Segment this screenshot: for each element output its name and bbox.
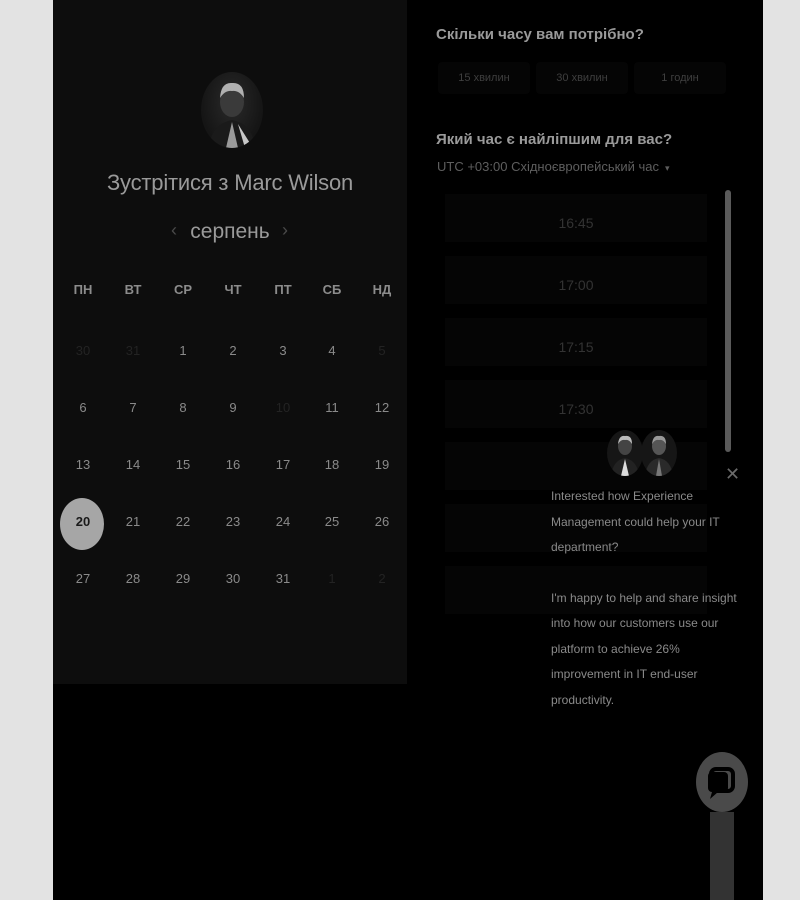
time-slot[interactable]: 17:15 bbox=[445, 318, 707, 366]
calendar-day[interactable]: 9 bbox=[208, 383, 258, 433]
duration-question: Скільки часу вам потрібно? bbox=[436, 26, 644, 43]
calendar-day[interactable]: 2 bbox=[208, 326, 258, 376]
calendar-day[interactable]: 19 bbox=[357, 440, 407, 490]
calendar-day[interactable]: 30 bbox=[208, 554, 258, 604]
chat-message-text: I'm happy to help and share insight into… bbox=[551, 590, 737, 707]
calendar-day[interactable]: 29 bbox=[158, 554, 208, 604]
calendar-day[interactable]: 24 bbox=[258, 497, 308, 547]
time-slot[interactable]: 17:00 bbox=[445, 256, 707, 304]
calendar-day[interactable]: 11 bbox=[307, 383, 357, 433]
calendar-day[interactable]: 28 bbox=[108, 554, 158, 604]
calendar-day[interactable]: 26 bbox=[357, 497, 407, 547]
time-slot[interactable]: 16:45 bbox=[445, 194, 707, 242]
chat-launcher-shadow bbox=[710, 812, 734, 900]
timezone-select[interactable]: UTC +03:00 Східноєвропейський час ▾ bbox=[437, 159, 670, 174]
duration-60-button[interactable]: 1 годин bbox=[634, 62, 726, 94]
weekday-label: СР bbox=[173, 282, 193, 297]
calendar-day[interactable]: 10 bbox=[258, 383, 308, 433]
meeting-title: Зустрітися з Marc Wilson bbox=[106, 170, 354, 195]
host-avatar bbox=[201, 72, 263, 148]
calendar-panel: Зустрітися з Marc Wilson ‹ серпень › ПН … bbox=[53, 0, 407, 684]
weekday-label: ВТ bbox=[124, 282, 142, 297]
calendar-day[interactable]: 21 bbox=[108, 497, 158, 547]
calendar-grid: 30 31 1 2 3 4 5 6 7 8 9 10 11 12 13 14 15 16 17 18 19 20 21 22 2… bbox=[58, 322, 408, 612]
calendar-day[interactable]: 22 bbox=[158, 497, 208, 547]
duration-15-button[interactable]: 15 хвилин bbox=[438, 62, 530, 94]
calendar-day[interactable]: 16 bbox=[208, 440, 258, 490]
next-month-icon[interactable]: › bbox=[282, 220, 288, 241]
calendar-day[interactable]: 31 bbox=[108, 326, 158, 376]
weekday-label: ПТ bbox=[274, 282, 292, 297]
weekday-label: НД bbox=[372, 282, 392, 297]
agent-avatar bbox=[607, 430, 643, 476]
calendar-day[interactable]: 31 bbox=[258, 554, 308, 604]
calendar-day[interactable]: 18 bbox=[307, 440, 357, 490]
month-label: серпень bbox=[190, 220, 270, 243]
time-question: Який час є найліпшим для вас? bbox=[436, 131, 673, 148]
duration-30-button[interactable]: 30 хвилин bbox=[536, 62, 628, 94]
calendar-day[interactable]: 1 bbox=[158, 326, 208, 376]
calendar-day[interactable]: 25 bbox=[307, 497, 357, 547]
weekday-label: ЧТ bbox=[224, 282, 242, 297]
calendar-day[interactable]: 13 bbox=[58, 440, 108, 490]
calendar-day[interactable]: 3 bbox=[258, 326, 308, 376]
calendar-day[interactable]: 1 bbox=[307, 554, 357, 604]
calendar-day[interactable]: 7 bbox=[108, 383, 158, 433]
calendar-day[interactable]: 4 bbox=[307, 326, 357, 376]
chevron-down-icon: ▾ bbox=[664, 163, 670, 173]
calendar-day[interactable]: 20 bbox=[58, 497, 108, 550]
chat-agent-avatars bbox=[605, 430, 685, 480]
chat-launcher-button[interactable] bbox=[696, 752, 748, 812]
weekday-label: ПН bbox=[73, 282, 93, 297]
chat-bubble-icon bbox=[708, 767, 735, 799]
scheduling-page: Зустрітися з Marc Wilson ‹ серпень › ПН … bbox=[53, 0, 763, 900]
calendar-day[interactable]: 2 bbox=[357, 554, 407, 604]
timezone-label: UTC +03:00 Східноєвропейський час bbox=[437, 159, 659, 174]
chat-message: Interested how Experience Management cou… bbox=[551, 484, 743, 713]
calendar-day[interactable]: 12 bbox=[357, 383, 407, 433]
calendar-day[interactable]: 14 bbox=[108, 440, 158, 490]
weekday-header: ПН ВТ СР ЧТ ПТ СБ НД bbox=[58, 282, 408, 300]
calendar-day[interactable]: 23 bbox=[208, 497, 258, 547]
calendar-day[interactable]: 6 bbox=[58, 383, 108, 433]
chat-message-text: Interested how Experience Management cou… bbox=[551, 489, 720, 554]
calendar-day[interactable]: 8 bbox=[158, 383, 208, 433]
calendar-day[interactable]: 5 bbox=[357, 326, 407, 376]
calendar-day[interactable]: 17 bbox=[258, 440, 308, 490]
time-slot[interactable]: 17:30 bbox=[445, 380, 707, 428]
close-icon[interactable]: ✕ bbox=[725, 464, 740, 485]
calendar-day[interactable]: 27 bbox=[58, 554, 108, 604]
weekday-label: СБ bbox=[322, 282, 342, 297]
calendar-day[interactable]: 30 bbox=[58, 326, 108, 376]
time-list-scrollbar[interactable] bbox=[725, 190, 731, 452]
calendar-day[interactable]: 15 bbox=[158, 440, 208, 490]
month-navigation: ‹ серпень › bbox=[53, 220, 407, 246]
agent-avatar bbox=[641, 430, 677, 476]
duration-options: 15 хвилин 30 хвилин 1 годин bbox=[438, 62, 728, 94]
